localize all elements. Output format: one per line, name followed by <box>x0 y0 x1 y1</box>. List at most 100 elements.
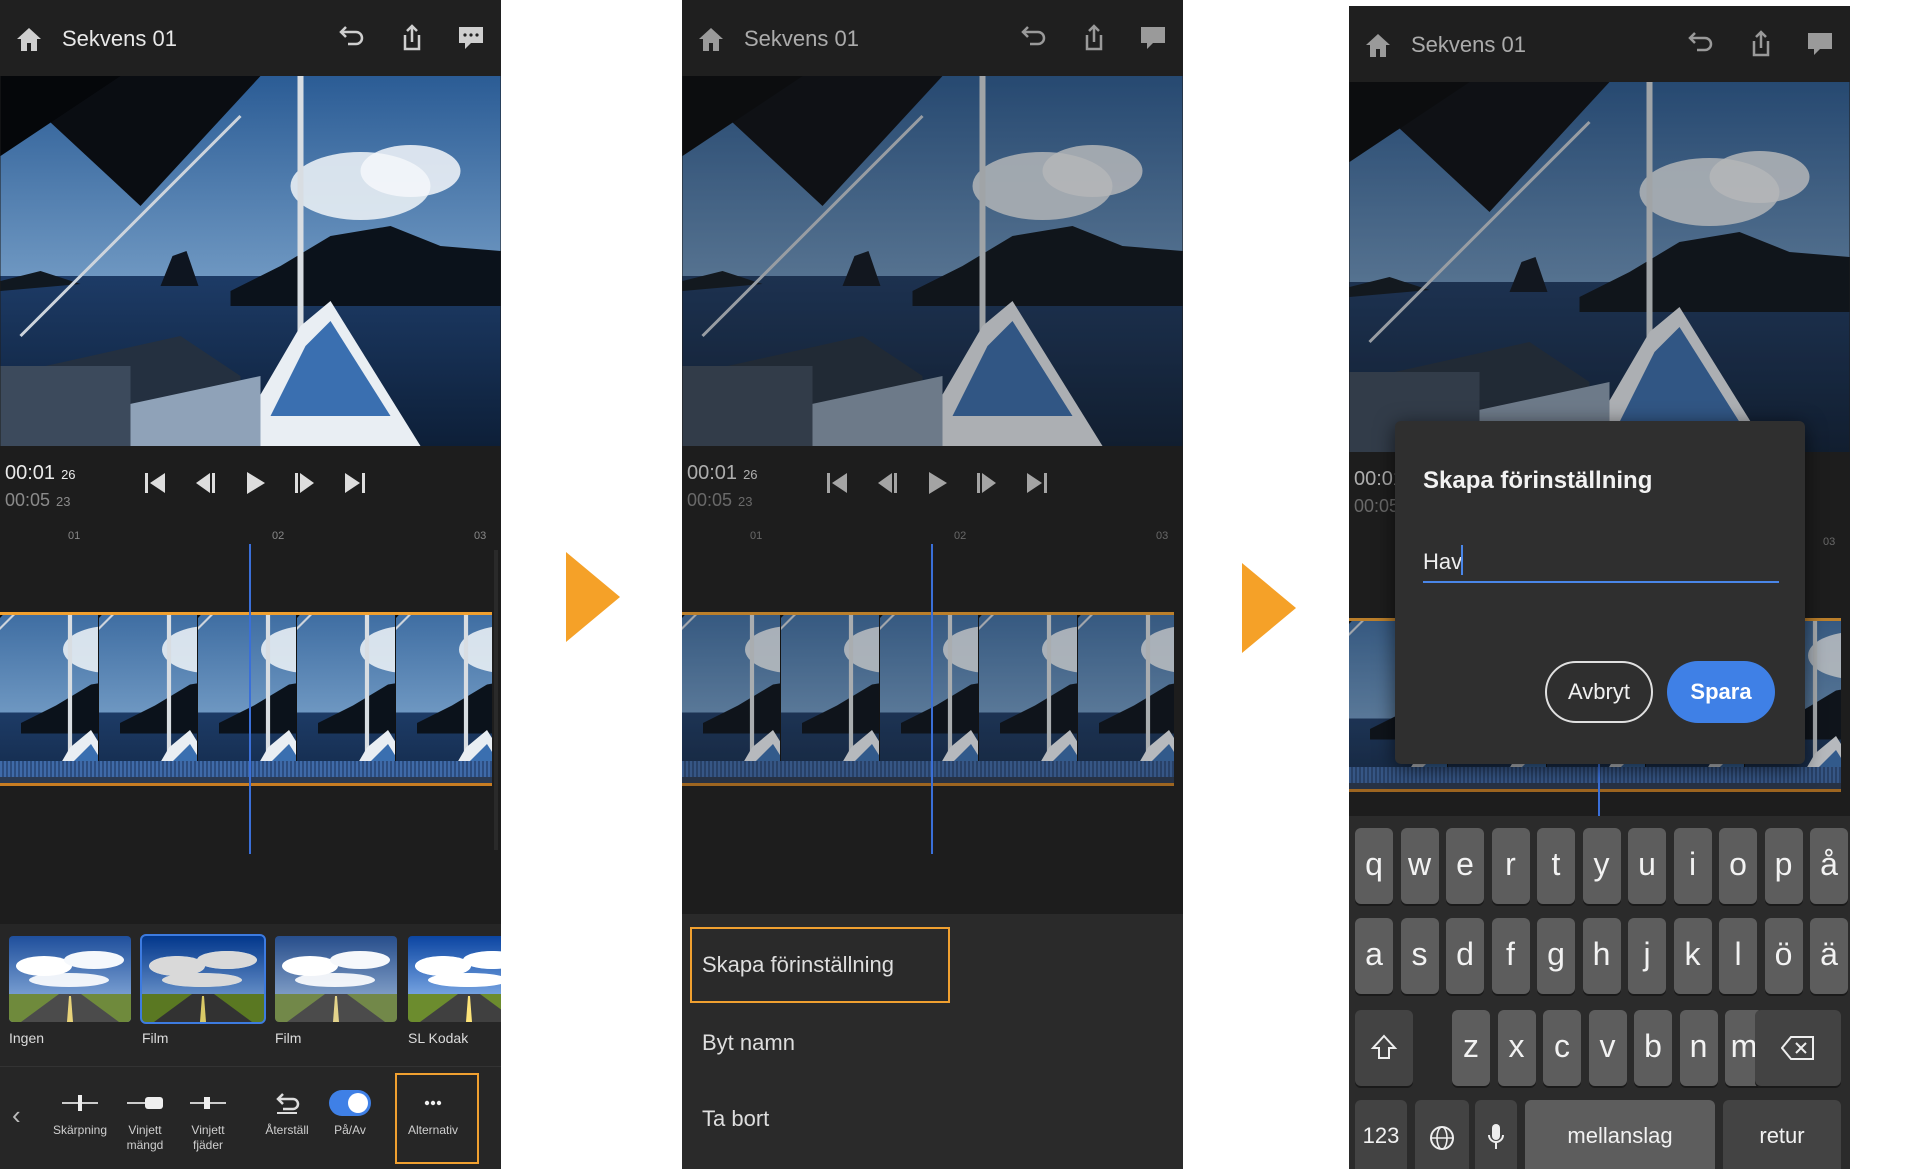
key-letter[interactable]: o <box>1719 828 1757 904</box>
video-clip-track[interactable] <box>682 612 1174 786</box>
step-back-icon[interactable] <box>190 468 220 498</box>
step-forward-icon[interactable] <box>972 468 1002 498</box>
preset-label: Film <box>275 1030 302 1046</box>
undo-icon[interactable] <box>334 22 366 54</box>
home-icon[interactable] <box>14 24 44 54</box>
transport-controls: 00:0126 00:0523 <box>0 446 501 526</box>
preset-thumbnail-ingen[interactable] <box>9 936 131 1022</box>
on-screen-keyboard: qwertyuiopå asdfghjklöä zxcvbnm 123 mell… <box>1349 816 1850 1169</box>
options-highlight <box>395 1073 479 1164</box>
key-letter[interactable]: j <box>1628 918 1666 994</box>
step-forward-icon[interactable] <box>290 468 320 498</box>
share-icon[interactable] <box>396 22 428 54</box>
key-letter[interactable]: g <box>1537 918 1575 994</box>
on-off-toggle[interactable]: På/Av <box>320 1067 380 1169</box>
preset-thumbnail-sl-kodak[interactable] <box>408 936 501 1022</box>
skip-end-icon[interactable] <box>1022 468 1052 498</box>
key-letter[interactable]: q <box>1355 828 1393 904</box>
key-shift[interactable] <box>1355 1010 1413 1086</box>
key-letter[interactable]: h <box>1582 918 1621 994</box>
chevron-left-icon[interactable]: ‹ <box>12 1100 21 1131</box>
playhead[interactable] <box>931 544 933 854</box>
undo-icon[interactable] <box>1016 22 1048 54</box>
vignette-feather-tool[interactable]: Vinjett fjäder <box>178 1067 238 1169</box>
top-bar: Sekvens 01 <box>682 0 1183 76</box>
share-icon[interactable] <box>1078 22 1110 54</box>
video-preview <box>682 76 1183 446</box>
editor-panel-create-preset: Sekvens 01 00:0126 00:0523 03 Skapa föri… <box>1349 6 1850 1169</box>
key-letter[interactable]: e <box>1446 828 1484 904</box>
clip-thumbnail <box>781 615 880 761</box>
skip-start-icon[interactable] <box>822 468 852 498</box>
preset-strip: Ingen Film Film SL Kodak <box>0 924 501 1066</box>
key-letter[interactable]: n <box>1679 1010 1718 1086</box>
key-letter[interactable]: t <box>1537 828 1575 904</box>
preset-thumbnail-film-selected[interactable] <box>140 934 266 1024</box>
timeline-scrollbar[interactable] <box>494 550 498 850</box>
undo-icon[interactable] <box>1683 28 1715 60</box>
key-letter[interactable]: i <box>1673 828 1712 904</box>
key-return[interactable]: retur <box>1723 1100 1841 1169</box>
playhead[interactable] <box>249 544 251 854</box>
comment-icon[interactable] <box>1804 28 1836 60</box>
key-letter[interactable]: ä <box>1810 918 1848 994</box>
key-letter[interactable]: r <box>1491 828 1530 904</box>
home-icon[interactable] <box>696 24 726 54</box>
key-letter[interactable]: l <box>1719 918 1757 994</box>
play-icon[interactable] <box>240 468 270 498</box>
reset-tool[interactable]: Återställ <box>257 1067 317 1169</box>
video-preview <box>1349 82 1850 452</box>
preset-name-input[interactable] <box>1423 543 1779 583</box>
key-microphone[interactable] <box>1475 1100 1517 1169</box>
key-letter[interactable]: x <box>1497 1010 1536 1086</box>
vignette-amount-tool[interactable]: Vinjett mängd <box>115 1067 175 1169</box>
key-letter[interactable]: å <box>1810 828 1848 904</box>
key-space[interactable]: mellanslag <box>1525 1100 1715 1169</box>
home-icon[interactable] <box>1363 30 1393 60</box>
key-letter[interactable]: v <box>1588 1010 1627 1086</box>
key-letter[interactable]: d <box>1446 918 1484 994</box>
key-letter[interactable]: ö <box>1764 918 1803 994</box>
comment-icon[interactable] <box>455 22 487 54</box>
key-letter[interactable]: s <box>1400 918 1439 994</box>
comment-icon[interactable] <box>1137 22 1169 54</box>
ruler-tick: 02 <box>954 530 967 542</box>
cancel-button[interactable]: Avbryt <box>1545 661 1653 723</box>
sequence-title: Sekvens 01 <box>62 26 177 51</box>
skip-end-icon[interactable] <box>340 468 370 498</box>
key-letter[interactable]: a <box>1355 918 1393 994</box>
key-letter[interactable]: f <box>1491 918 1530 994</box>
sharpen-tool[interactable]: Skärpning <box>50 1067 110 1169</box>
menu-item-rename[interactable]: Byt namn <box>702 1030 795 1056</box>
video-clip-track[interactable] <box>0 612 492 786</box>
menu-item-create-preset[interactable]: Skapa förinställning <box>702 952 894 978</box>
key-letter[interactable]: y <box>1582 828 1621 904</box>
ruler-tick: 03 <box>474 530 487 542</box>
key-letter[interactable]: w <box>1400 828 1439 904</box>
backspace-icon <box>1780 1036 1814 1060</box>
save-button[interactable]: Spara <box>1667 661 1775 723</box>
reset-icon <box>276 1093 300 1114</box>
key-numbers[interactable]: 123 <box>1355 1100 1407 1169</box>
key-globe[interactable] <box>1415 1100 1469 1169</box>
share-icon[interactable] <box>1745 28 1777 60</box>
step-arrow-icon <box>566 552 620 642</box>
sequence-title: Sekvens 01 <box>744 26 859 51</box>
video-preview <box>0 76 501 446</box>
preset-thumbnail-film[interactable] <box>275 936 397 1022</box>
shift-icon <box>1370 1034 1398 1059</box>
key-letter[interactable]: z <box>1452 1010 1490 1086</box>
key-letter[interactable]: c <box>1543 1010 1581 1086</box>
menu-item-delete[interactable]: Ta bort <box>702 1106 769 1132</box>
key-letter[interactable]: b <box>1634 1010 1672 1086</box>
key-letter[interactable]: k <box>1673 918 1712 994</box>
key-letter[interactable]: u <box>1628 828 1666 904</box>
skip-start-icon[interactable] <box>140 468 170 498</box>
play-icon[interactable] <box>922 468 952 498</box>
key-letter[interactable]: p <box>1764 828 1803 904</box>
clip-thumbnail <box>979 615 1078 761</box>
step-back-icon[interactable] <box>872 468 902 498</box>
clip-thumbnail <box>1078 615 1174 761</box>
key-backspace[interactable] <box>1755 1010 1841 1086</box>
audio-waveform <box>682 761 1174 777</box>
